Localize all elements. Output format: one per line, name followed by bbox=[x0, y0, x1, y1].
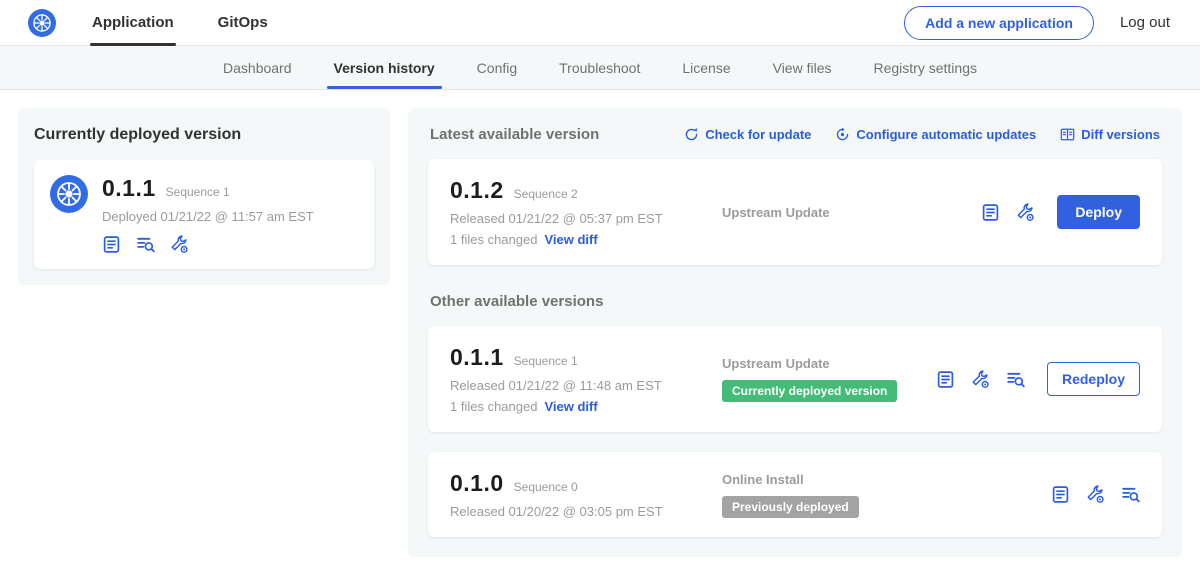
available-panel-header: Latest available version Check for updat… bbox=[430, 126, 1160, 143]
version-source-label: Upstream Update bbox=[722, 356, 926, 371]
configure-automatic-updates-label: Configure automatic updates bbox=[856, 127, 1036, 142]
subnav-view-files[interactable]: View files bbox=[752, 46, 853, 89]
deploy-logs-icon[interactable] bbox=[1121, 485, 1140, 504]
sequence-label: Sequence 1 bbox=[514, 354, 578, 368]
deployed-panel-title: Currently deployed version bbox=[34, 126, 374, 144]
topnav-right: Add a new application Log out bbox=[904, 6, 1170, 40]
sequence-label: Sequence 2 bbox=[514, 187, 578, 201]
view-diff-link[interactable]: View diff bbox=[544, 232, 597, 247]
other-versions-title: Other available versions bbox=[430, 293, 1160, 310]
check-for-update-link[interactable]: Check for update bbox=[684, 127, 811, 142]
subnav-version-history[interactable]: Version history bbox=[313, 46, 456, 89]
logout-link[interactable]: Log out bbox=[1120, 14, 1170, 31]
version-number: 0.1.0 bbox=[450, 470, 504, 497]
release-notes-icon[interactable] bbox=[1051, 485, 1070, 504]
refresh-icon bbox=[684, 127, 699, 142]
version-number: 0.1.1 bbox=[450, 344, 504, 371]
release-notes-icon[interactable] bbox=[936, 370, 955, 389]
diff-versions-link[interactable]: Diff versions bbox=[1060, 127, 1160, 142]
version-number: 0.1.2 bbox=[450, 177, 504, 204]
subnav-registry-settings[interactable]: Registry settings bbox=[853, 46, 998, 89]
version-card-latest: 0.1.2 Sequence 2 Released 01/21/22 @ 05:… bbox=[428, 159, 1162, 265]
auto-update-icon bbox=[835, 127, 850, 142]
deployed-version-card: 0.1.1 Sequence 1 Deployed 01/21/22 @ 11:… bbox=[34, 160, 374, 269]
version-source-label: Online Install bbox=[722, 472, 1041, 487]
app-subnav: Dashboard Version history Config Trouble… bbox=[0, 46, 1200, 90]
latest-available-title: Latest available version bbox=[430, 126, 599, 143]
main-content: Currently deployed version 0.1.1 Sequenc… bbox=[0, 90, 1200, 575]
version-source-label: Upstream Update bbox=[722, 205, 971, 220]
available-versions-panel: Latest available version Check for updat… bbox=[408, 108, 1182, 557]
check-for-update-label: Check for update bbox=[705, 127, 811, 142]
panel-actions: Check for update Configure automatic upd… bbox=[684, 127, 1160, 142]
deploy-logs-icon[interactable] bbox=[136, 235, 155, 254]
released-timestamp: Released 01/20/22 @ 03:05 pm EST bbox=[450, 504, 712, 519]
add-application-button[interactable]: Add a new application bbox=[904, 6, 1094, 40]
sequence-label: Sequence 0 bbox=[514, 480, 578, 494]
deployed-version-number: 0.1.1 bbox=[102, 175, 156, 202]
previously-deployed-badge: Previously deployed bbox=[722, 496, 859, 518]
top-navbar: Application GitOps Add a new application… bbox=[0, 0, 1200, 46]
currently-deployed-panel: Currently deployed version 0.1.1 Sequenc… bbox=[18, 108, 390, 285]
preflight-checks-icon[interactable] bbox=[971, 370, 990, 389]
configure-automatic-updates-link[interactable]: Configure automatic updates bbox=[835, 127, 1036, 142]
version-card-0-1-1: 0.1.1 Sequence 1 Released 01/21/22 @ 11:… bbox=[428, 326, 1162, 432]
view-diff-link[interactable]: View diff bbox=[544, 399, 597, 414]
release-notes-icon[interactable] bbox=[981, 203, 1000, 222]
subnav-dashboard[interactable]: Dashboard bbox=[202, 46, 313, 89]
files-changed-label: 1 files changed bbox=[450, 399, 537, 414]
diff-versions-label: Diff versions bbox=[1081, 127, 1160, 142]
tab-gitops[interactable]: GitOps bbox=[218, 0, 268, 46]
release-notes-icon[interactable] bbox=[102, 235, 121, 254]
deployed-sequence-label: Sequence 1 bbox=[166, 185, 230, 199]
version-card-0-1-0: 0.1.0 Sequence 0 Released 01/20/22 @ 03:… bbox=[428, 452, 1162, 537]
diff-icon bbox=[1060, 127, 1075, 142]
released-timestamp: Released 01/21/22 @ 05:37 pm EST bbox=[450, 211, 712, 226]
subnav-troubleshoot[interactable]: Troubleshoot bbox=[538, 46, 661, 89]
subnav-config[interactable]: Config bbox=[456, 46, 538, 89]
preflight-checks-icon[interactable] bbox=[170, 235, 189, 254]
deploy-button[interactable]: Deploy bbox=[1057, 195, 1140, 229]
preflight-checks-icon[interactable] bbox=[1086, 485, 1105, 504]
redeploy-button[interactable]: Redeploy bbox=[1047, 362, 1140, 396]
tab-application[interactable]: Application bbox=[92, 0, 174, 46]
files-changed-label: 1 files changed bbox=[450, 232, 537, 247]
kubernetes-logo-icon bbox=[28, 9, 56, 37]
currently-deployed-badge: Currently deployed version bbox=[722, 380, 897, 402]
app-icon bbox=[50, 175, 88, 216]
deploy-logs-icon[interactable] bbox=[1006, 370, 1025, 389]
subnav-license[interactable]: License bbox=[661, 46, 751, 89]
released-timestamp: Released 01/21/22 @ 11:48 am EST bbox=[450, 378, 712, 393]
preflight-checks-icon[interactable] bbox=[1016, 203, 1035, 222]
deployed-timestamp: Deployed 01/21/22 @ 11:57 am EST bbox=[102, 209, 314, 224]
